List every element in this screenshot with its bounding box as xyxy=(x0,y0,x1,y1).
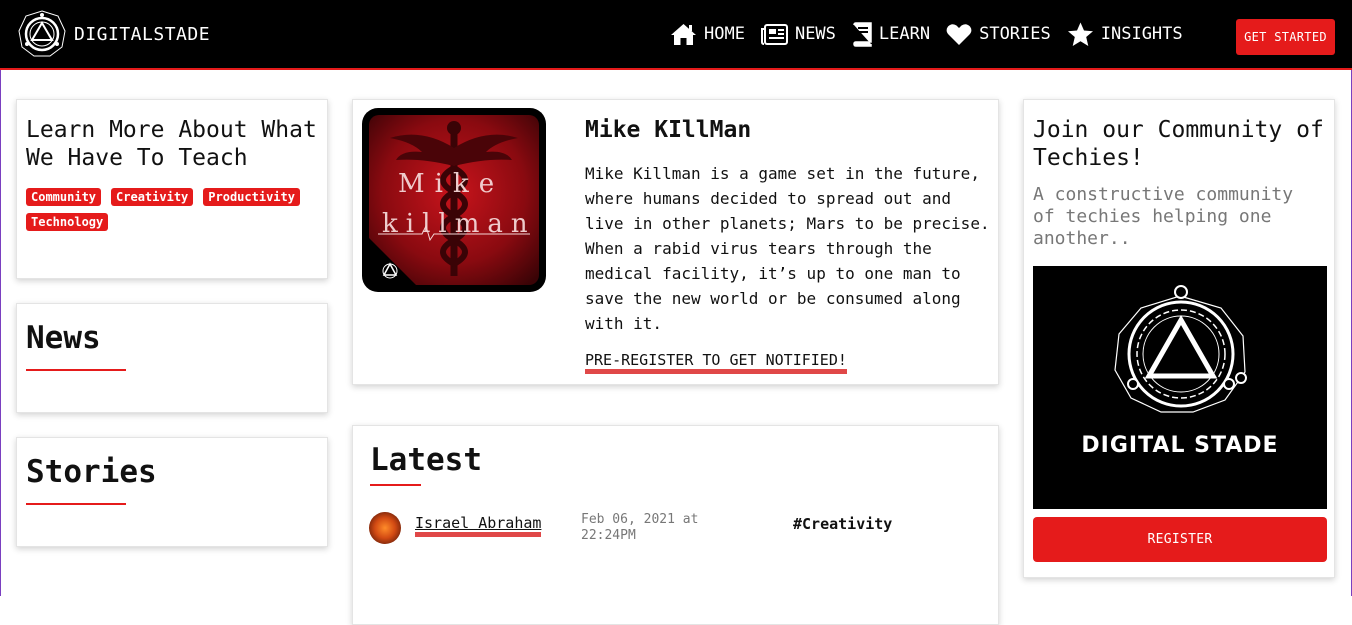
latest-underline xyxy=(370,484,421,486)
stories-title[interactable]: Stories xyxy=(26,452,318,492)
feature-body: Mike KIllMan Mike Killman is a game set … xyxy=(585,116,995,374)
get-started-button[interactable]: GET STARTED xyxy=(1236,19,1335,55)
latest-title: Latest xyxy=(370,442,482,478)
nav-home[interactable]: HOME xyxy=(670,23,745,46)
digitalstade-logo-icon xyxy=(18,10,66,57)
learn-title: Learn More About What We Have To Teach xyxy=(26,117,317,171)
nav-news[interactable]: NEWS xyxy=(760,23,836,45)
tag-technology[interactable]: Technology xyxy=(26,213,109,231)
tag-community[interactable]: Community xyxy=(26,188,102,206)
nav-home-label: HOME xyxy=(704,24,745,44)
left-edge-line xyxy=(0,70,1,596)
mike-killman-cover-image[interactable]: Mike killman xyxy=(362,108,546,292)
tag-list: Community Creativity Productivity Techno… xyxy=(26,188,319,238)
tag-productivity[interactable]: Productivity xyxy=(203,188,300,206)
feature-description: Mike Killman is a game set in the future… xyxy=(585,164,990,333)
newspaper-icon xyxy=(760,23,788,45)
digitalstade-community-image: DIGITAL STADE xyxy=(1033,266,1327,509)
news-underline xyxy=(26,369,126,371)
tag-creativity[interactable]: Creativity xyxy=(111,188,194,206)
pre-register-link[interactable]: PRE-REGISTER TO GET NOTIFIED! xyxy=(585,351,847,374)
register-button[interactable]: REGISTER xyxy=(1033,517,1327,562)
nav-insights[interactable]: INSIGHTS xyxy=(1067,22,1183,47)
community-subtitle: A constructive community of techies help… xyxy=(1033,184,1294,249)
avatar[interactable] xyxy=(369,512,401,544)
cover-text-top: Mike xyxy=(398,169,504,199)
feature-title[interactable]: Mike KIllMan xyxy=(585,116,995,144)
brand-name: DIGITALSTADE xyxy=(74,23,211,45)
post-date: Feb 06, 2021 at 22:24PM xyxy=(581,512,699,543)
heart-icon xyxy=(946,23,972,45)
brand[interactable]: DIGITALSTADE xyxy=(17,8,210,60)
nav-stories[interactable]: STORIES xyxy=(946,23,1051,46)
community-card: Join our Community of Techies! A constru… xyxy=(1023,99,1335,578)
news-title[interactable]: News xyxy=(26,318,318,358)
stories-card: Stories xyxy=(16,437,328,547)
book-icon xyxy=(853,21,872,47)
list-item: Israel Abraham Feb 06, 2021 at 22:24PM #… xyxy=(369,512,969,552)
post-tag[interactable]: #Creativity xyxy=(793,515,892,533)
learn-card: Learn More About What We Have To Teach C… xyxy=(16,99,328,279)
community-title: Join our Community of Techies! xyxy=(1033,117,1324,171)
community-image-text: DIGITAL STADE xyxy=(1081,433,1278,458)
news-card: News xyxy=(16,303,328,413)
nav-news-label: NEWS xyxy=(794,24,836,44)
main-nav: HOME NEWS LEARN STORIES INSIGHTS xyxy=(670,17,1199,51)
nav-stories-label: STORIES xyxy=(979,24,1051,44)
stories-underline xyxy=(26,503,126,505)
latest-card: Latest Israel Abraham Feb 06, 2021 at 22… xyxy=(352,425,999,625)
feature-card: Mike killman Mike KIllMan Mike Killman i… xyxy=(352,99,999,385)
top-navbar: DIGITALSTADE HOME NEWS LEARN STORIES INS… xyxy=(0,0,1352,70)
nav-learn-label: LEARN xyxy=(878,24,931,44)
post-author-link[interactable]: Israel Abraham xyxy=(415,514,542,537)
nav-insights-label: INSIGHTS xyxy=(1100,24,1183,44)
star-icon xyxy=(1067,22,1093,46)
nav-learn[interactable]: LEARN xyxy=(852,21,931,47)
home-icon xyxy=(671,23,696,45)
